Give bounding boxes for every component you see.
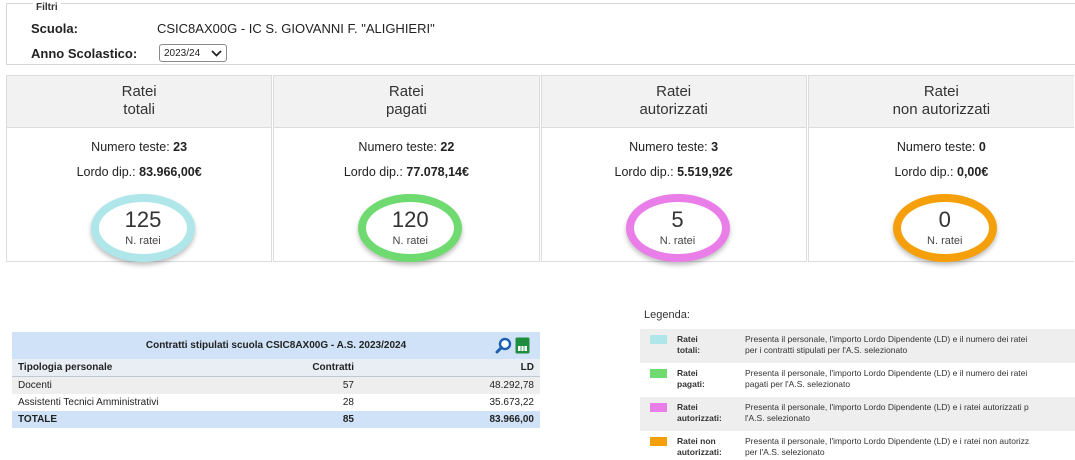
rates-count: 5 (671, 207, 684, 232)
school-filter-row: Scuola: CSIC8AX00G - IC S. GIOVANNI F. "… (31, 21, 435, 36)
gross-amount: Lordo dip.: 77.078,14€ (343, 165, 469, 179)
gross-amount: Lordo dip.: 0,00€ (894, 165, 989, 179)
cell-tipologia: Docenti (12, 376, 280, 394)
col-tipologia: Tipologia personale (12, 359, 280, 377)
filters-legend: Filtri (33, 2, 61, 13)
card-title: Ratei pagati (274, 76, 539, 128)
table-total-row: TOTALE 85 83.966,00 (12, 411, 540, 428)
table-row: Assistenti Tecnici Amministrativi 28 35.… (12, 394, 540, 411)
legend-item-desc: Presenta il personale, l'importo Lordo D… (745, 334, 1028, 355)
school-year-value: 2023/24 (164, 47, 201, 59)
gross-amount: Lordo dip.: 83.966,00€ (76, 165, 202, 179)
rates-count: 0 (938, 207, 951, 232)
legend-item-name: Ratei totali: (677, 334, 701, 355)
chevron-down-icon (211, 49, 222, 57)
card-title-line1: Ratei (923, 83, 959, 100)
card-title-line2: non autorizzati (892, 101, 991, 118)
rates-circle: 0 N. ratei (892, 194, 997, 262)
rates-count-label: N. ratei (659, 235, 696, 247)
cell-contratti: 57 (280, 376, 360, 394)
year-filter-row: Anno Scolastico: 2023/24 (31, 44, 227, 62)
school-value: CSIC8AX00G - IC S. GIOVANNI F. "ALIGHIER… (157, 21, 435, 36)
card-title: Ratei non autorizzati (808, 76, 1074, 128)
card-title-line2: autorizzati (639, 101, 708, 118)
filters-panel: Filtri Scuola: CSIC8AX00G - IC S. GIOVAN… (6, 2, 1075, 65)
excel-export-icon[interactable] (515, 337, 530, 365)
search-icon[interactable] (495, 337, 512, 365)
legend-swatch (650, 403, 667, 412)
card-title-line1: Ratei (388, 83, 424, 100)
card-ratei-pagati: Ratei pagati Numero teste: 22 Lordo dip.… (273, 75, 540, 262)
rates-count: 120 (391, 207, 429, 232)
legend-item-desc: Presenta il personale, l'importo Lordo D… (745, 402, 1029, 423)
card-ratei-autorizzati: Ratei autorizzati Numero teste: 3 Lordo … (540, 75, 807, 262)
legend-item-name: Ratei non autorizzati: (677, 436, 722, 457)
heads-count: Numero teste: 0 (896, 140, 986, 154)
school-label: Scuola: (31, 21, 78, 36)
legend-item: Ratei non autorizzati: Presenta il person… (640, 431, 1075, 460)
legend: Ratei totali: Presenta il personale, l'im… (640, 329, 1075, 460)
heads-count: Numero teste: 22 (358, 140, 455, 154)
rates-count-label: N. ratei (392, 235, 428, 247)
cell-ld: 48.292,78 (360, 376, 540, 394)
cell-tipologia: Assistenti Tecnici Amministrativi (12, 394, 280, 411)
legend-item-desc: Presenta il personale, l'importo Lordo D… (745, 368, 1028, 389)
rates-count-label: N. ratei (927, 235, 963, 247)
card-title: Ratei autorizzati (541, 76, 806, 128)
card-ratei-totali: Ratei totali Numero teste: 23 Lordo dip.… (6, 75, 273, 262)
legend-item: Ratei totali: Presenta il personale, l'im… (640, 329, 1075, 363)
stat-cards: Ratei totali Numero teste: 23 Lordo dip.… (6, 75, 1075, 262)
rates-circle: 125 N. ratei (91, 194, 195, 262)
card-title-line2: totali (123, 101, 155, 118)
legend-swatch (650, 369, 667, 378)
rates-count-label: N. ratei (125, 235, 161, 247)
gross-amount: Lordo dip.: 5.519,92€ (614, 165, 733, 179)
legend-item-desc: Presenta il personale, l'importo Lordo D… (745, 436, 1030, 457)
card-title: Ratei totali (7, 76, 272, 128)
legend-swatch (650, 335, 667, 344)
rates-count: 125 (124, 207, 162, 232)
legend-item: Ratei pagati: Presenta il personale, l'im… (640, 363, 1075, 397)
heads-count: Numero teste: 3 (629, 140, 719, 154)
legend-item-name: Ratei pagati: (677, 368, 705, 389)
card-title-line1: Ratei (121, 83, 157, 100)
rates-circle: 120 N. ratei (358, 194, 463, 262)
contracts-table-title-text: Contratti stipulati scuola CSIC8AX00G - … (145, 340, 407, 351)
cell-total-label: TOTALE (12, 411, 280, 428)
contracts-table: Contratti stipulati scuola CSIC8AX00G - … (12, 332, 540, 428)
legend-title: Legenda: (644, 309, 690, 321)
cell-total-contratti: 85 (280, 411, 360, 428)
heads-count: Numero teste: 23 (91, 140, 188, 154)
rates-circle: 5 N. ratei (625, 194, 730, 262)
legend-item-name: Ratei autorizzati: (677, 402, 722, 423)
cell-contratti: 28 (280, 394, 360, 411)
school-year-select[interactable]: 2023/24 (159, 44, 227, 62)
card-ratei-non-autorizzati: Ratei non autorizzati Numero teste: 0 Lo… (807, 75, 1074, 262)
legend-item: Ratei autorizzati: Presenta il personale,… (640, 397, 1075, 431)
card-title-line2: pagati (385, 101, 427, 118)
legend-swatch (650, 437, 667, 446)
table-row: Docenti 57 48.292,78 (12, 376, 540, 394)
year-label: Anno Scolastico: (31, 45, 138, 61)
cell-ld: 35.673,22 (360, 394, 540, 411)
contracts-table-title: Contratti stipulati scuola CSIC8AX00G - … (12, 332, 540, 359)
card-title-line1: Ratei (656, 83, 692, 100)
col-contratti: Contratti (280, 359, 360, 377)
cell-total-ld: 83.966,00 (360, 411, 540, 428)
